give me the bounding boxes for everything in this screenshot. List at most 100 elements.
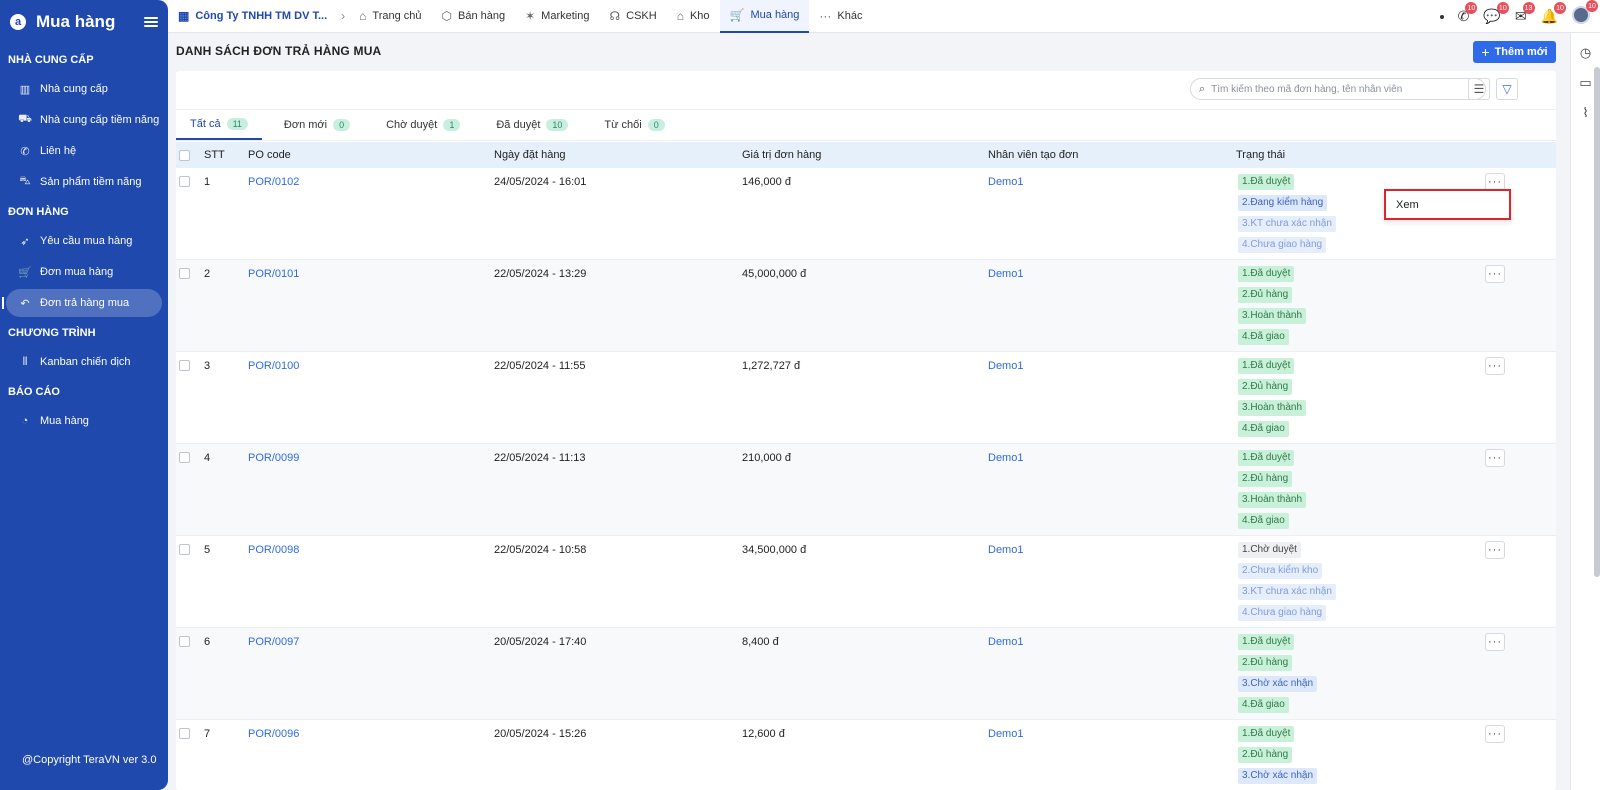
- search-input[interactable]: [1211, 83, 1472, 95]
- phone-icon[interactable]: ✆ 10: [1458, 2, 1478, 25]
- row-checkbox[interactable]: [179, 360, 190, 371]
- nav-item[interactable]: ⌂ Trang chủ: [349, 0, 431, 33]
- select-all-checkbox[interactable]: [179, 149, 190, 161]
- row-checkbox[interactable]: [179, 176, 190, 187]
- tab[interactable]: Chờ duyệt 1: [372, 110, 474, 140]
- row-stt: 2: [204, 268, 211, 280]
- search-box[interactable]: ⌕: [1190, 78, 1486, 100]
- bell-icon[interactable]: 🔔 10: [1541, 2, 1566, 25]
- table-row[interactable]: 6 POR/0097 20/05/2024 - 17:40 8,400 đ Demo1 1…: [176, 628, 1556, 720]
- employee-name[interactable]: Demo1: [988, 452, 1023, 464]
- row-checkbox[interactable]: [179, 636, 190, 647]
- employee-name[interactable]: Demo1: [988, 728, 1023, 740]
- row-checkbox[interactable]: [179, 268, 190, 279]
- po-code-link[interactable]: POR/0098: [248, 544, 299, 556]
- column-settings-button[interactable]: ☰: [1468, 78, 1490, 100]
- company-selector[interactable]: ▦ Công Ty TNHH TM DV T...: [168, 0, 337, 33]
- tab[interactable]: Đã duyệt 10: [482, 110, 582, 140]
- row-more-button[interactable]: ···: [1485, 357, 1505, 375]
- page-title: DANH SÁCH ĐƠN TRẢ HÀNG MUA: [176, 44, 382, 58]
- row-checkbox[interactable]: [179, 544, 190, 555]
- history-icon[interactable]: ◷: [1571, 45, 1600, 63]
- sidebar-item[interactable]: ⛟ Nhà cung cấp tiềm năng: [6, 106, 162, 134]
- po-code-link[interactable]: POR/0100: [248, 360, 299, 372]
- table-body: 1 POR/0102 24/05/2024 - 16:01 146,000 đ Demo…: [176, 168, 1556, 790]
- sidebar-item[interactable]: 🛒 Đơn mua hàng: [6, 258, 162, 286]
- table-row[interactable]: 5 POR/0098 22/05/2024 - 10:58 34,500,000 đ D…: [176, 536, 1556, 628]
- sidebar-item-label: Sản phẩm tiềm năng: [40, 176, 142, 188]
- tab[interactable]: Từ chối 0: [590, 110, 678, 140]
- row-more-button[interactable]: ···: [1485, 265, 1505, 283]
- right-rail: ◷ ▭ ⌇: [1570, 33, 1600, 790]
- status-badge: 1.Đã duyệt: [1238, 358, 1295, 374]
- module-nav: ⌂ Trang chủ ⬡ Bán hàng ✶ Marketing ☊ CSKH ⌂ Kho 🛒 M…: [349, 0, 872, 33]
- search-icon: ⌕: [1199, 82, 1206, 95]
- sidebar-item[interactable]: ↶ Đơn trả hàng mua: [2, 289, 162, 317]
- sidebar-item[interactable]: ➶ Yêu cầu mua hàng: [6, 227, 162, 255]
- nav-item[interactable]: ⬡ Bán hàng: [432, 0, 516, 33]
- row-more-button[interactable]: ···: [1485, 541, 1505, 559]
- employee-name[interactable]: Demo1: [988, 636, 1023, 648]
- order-value: 210,000 đ: [742, 452, 791, 464]
- ellipsis-icon: ···: [819, 9, 832, 23]
- mail-icon[interactable]: ✉ 13: [1515, 2, 1535, 25]
- status-list: 1.Đã duyệt 2.Đủ hàng 3.Hoàn thành 4.Đã giao: [1238, 450, 1307, 529]
- po-code-link[interactable]: POR/0097: [248, 636, 299, 648]
- sidebar-sections: NHÀ CUNG CẤP ▥ Nhà cung cấp ⛟ Nhà cung cấp t…: [0, 48, 168, 435]
- row-stt: 7: [204, 728, 211, 740]
- status-badge: 2.Đủ hàng: [1238, 655, 1293, 671]
- row-more-button[interactable]: ···: [1485, 633, 1505, 651]
- chat-icon[interactable]: 💬 10: [1483, 2, 1509, 25]
- filter-button[interactable]: ▽: [1496, 78, 1518, 100]
- menu-collapse-icon[interactable]: [144, 17, 158, 27]
- nav-item-label: Kho: [689, 10, 710, 22]
- row-action-menu-view[interactable]: Xem: [1384, 189, 1511, 220]
- employee-name[interactable]: Demo1: [988, 544, 1023, 556]
- nav-item[interactable]: 🛒 Mua hàng: [719, 0, 810, 33]
- sidebar-item[interactable]: ⦀ Kanban chiến dịch: [6, 348, 162, 376]
- nav-item[interactable]: ✶ Marketing: [515, 0, 599, 33]
- status-badge: 3.Hoàn thành: [1238, 492, 1307, 508]
- filter-icon: ▽: [1502, 82, 1512, 96]
- status-badge: 2.Đủ hàng: [1238, 471, 1293, 487]
- po-code-link[interactable]: POR/0101: [248, 268, 299, 280]
- employee-name[interactable]: Demo1: [988, 176, 1023, 188]
- sidebar-section-title: CHƯƠNG TRÌNH: [8, 327, 96, 339]
- tab[interactable]: Đơn mới 0: [270, 110, 364, 140]
- table-row[interactable]: 3 POR/0100 22/05/2024 - 11:55 1,272,727 đ De…: [176, 352, 1556, 444]
- po-code-link[interactable]: POR/0102: [248, 176, 299, 188]
- table-row[interactable]: 1 POR/0102 24/05/2024 - 16:01 146,000 đ Demo…: [176, 168, 1556, 260]
- row-more-button[interactable]: ···: [1485, 725, 1505, 743]
- employee-name[interactable]: Demo1: [988, 360, 1023, 372]
- table-row[interactable]: 2 POR/0101 22/05/2024 - 13:29 45,000,000 đ D…: [176, 260, 1556, 352]
- sidebar-item[interactable]: ✆ Liên hệ: [6, 137, 162, 165]
- col-stt: STT: [204, 149, 225, 161]
- status-list: 1.Đã duyệt 2.Đang kiểm hàng 3.KT chưa xác …: [1238, 174, 1336, 253]
- po-code-link[interactable]: POR/0099: [248, 452, 299, 464]
- tab[interactable]: Tất cả 11: [176, 110, 262, 140]
- app-logo: a: [10, 14, 26, 30]
- sidebar-header: a Mua hàng: [0, 0, 168, 44]
- rocket-icon: ➶: [20, 235, 30, 248]
- sidebar-item[interactable]: ▥ Nhà cung cấp: [6, 75, 162, 103]
- row-checkbox[interactable]: [179, 452, 190, 463]
- row-stt: 1: [204, 176, 211, 188]
- scrollbar[interactable]: [1594, 67, 1600, 577]
- row-checkbox[interactable]: [179, 728, 190, 739]
- employee-name[interactable]: Demo1: [988, 268, 1023, 280]
- nav-item[interactable]: ··· Khác: [809, 0, 872, 33]
- top-right-actions: ✆ 10 💬 10 ✉ 13 🔔 10 10: [1439, 0, 1598, 33]
- sidebar-item[interactable]: ◔ Mua hàng: [6, 407, 162, 435]
- kanban-icon: ⦀: [22, 355, 28, 368]
- sidebar-item[interactable]: ⛍ Sản phẩm tiềm năng: [6, 168, 162, 196]
- table-row[interactable]: 7 POR/0096 20/05/2024 - 15:26 12,600 đ Demo1…: [176, 720, 1556, 790]
- row-more-button[interactable]: ···: [1485, 449, 1505, 467]
- status-badge: 4.Đã giao: [1238, 421, 1289, 437]
- nav-item[interactable]: ☊ CSKH: [599, 0, 666, 33]
- table-row[interactable]: 4 POR/0099 22/05/2024 - 11:13 210,000 đ Demo…: [176, 444, 1556, 536]
- status-badge: 1.Đã duyệt: [1238, 634, 1295, 650]
- add-new-button[interactable]: + Thêm mới: [1473, 41, 1556, 63]
- nav-item[interactable]: ⌂ Kho: [667, 0, 720, 33]
- user-avatar[interactable]: 10: [1572, 0, 1598, 27]
- po-code-link[interactable]: POR/0096: [248, 728, 299, 740]
